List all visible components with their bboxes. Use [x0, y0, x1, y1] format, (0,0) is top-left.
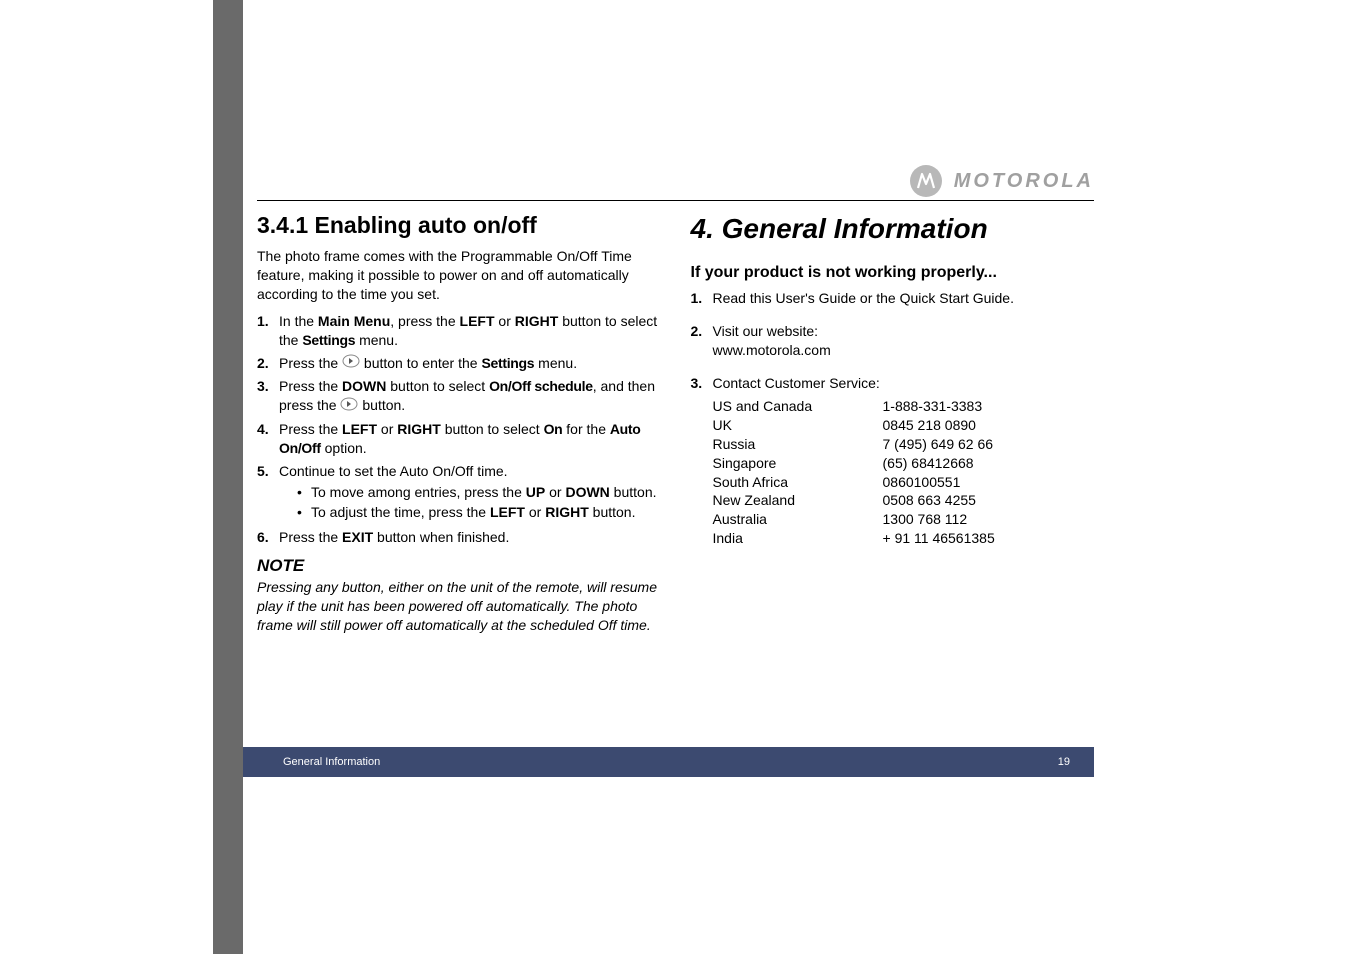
step-5: 5. Continue to set the Auto On/Off time.…	[257, 462, 661, 525]
note-body: Pressing any button, either on the unit …	[257, 578, 661, 635]
section-heading: 3.4.1 Enabling auto on/off	[257, 210, 661, 241]
page-footer: General Information 19	[243, 747, 1094, 777]
left-column: 3.4.1 Enabling auto on/off The photo fra…	[257, 210, 661, 635]
sub-item: To move among entries, press the UP or D…	[297, 483, 661, 502]
contact-region: Singapore	[713, 454, 883, 473]
contact-region: India	[713, 529, 883, 548]
sub-item: To adjust the time, press the LEFT or RI…	[297, 503, 661, 522]
step-body: Contact Customer Service: US and Canada1…	[713, 374, 1095, 548]
troubleshoot-step-3: 3. Contact Customer Service: US and Cana…	[691, 374, 1095, 548]
step-body: In the Main Menu, press the LEFT or RIGH…	[279, 312, 661, 350]
play-ok-icon	[342, 354, 360, 373]
contact-number: 0508 663 4255	[883, 491, 976, 510]
step-4: 4. Press the LEFT or RIGHT button to sel…	[257, 420, 661, 458]
play-ok-icon	[340, 397, 358, 416]
header-divider	[257, 200, 1094, 201]
step-6: 6. Press the EXIT button when finished.	[257, 528, 661, 547]
contact-region: Australia	[713, 510, 883, 529]
contact-number: + 91 11 46561385	[883, 529, 995, 548]
step-1: 1. In the Main Menu, press the LEFT or R…	[257, 312, 661, 350]
sub-heading: If your product is not working properly.…	[691, 262, 1095, 284]
contact-row: New Zealand0508 663 4255	[713, 491, 1095, 510]
page: MOTOROLA 3.4.1 Enabling auto on/off The …	[0, 0, 1351, 954]
brand-header: MOTOROLA	[910, 165, 1094, 197]
step-3: 3. Press the DOWN button to select On/Of…	[257, 377, 661, 416]
contact-row: Russia7 (495) 649 62 66	[713, 435, 1095, 454]
contact-number: 7 (495) 649 62 66	[883, 435, 994, 454]
contact-region: US and Canada	[713, 397, 883, 416]
contact-region: Russia	[713, 435, 883, 454]
note-heading: NOTE	[257, 555, 661, 578]
chapter-heading: 4. General Information	[691, 210, 1095, 248]
sub-list: To move among entries, press the UP or D…	[279, 483, 661, 523]
step-body: Press the button to enter the Settings m…	[279, 354, 661, 374]
step-number: 3.	[691, 374, 713, 548]
steps-list: 1. In the Main Menu, press the LEFT or R…	[257, 312, 661, 547]
intro-paragraph: The photo frame comes with the Programma…	[257, 247, 661, 304]
contact-number: (65) 68412668	[883, 454, 974, 473]
website-link: www.motorola.com	[713, 342, 831, 358]
left-margin-bar	[213, 0, 243, 954]
contact-row: South Africa0860100551	[713, 473, 1095, 492]
troubleshoot-step-1: 1. Read this User's Guide or the Quick S…	[691, 289, 1095, 308]
step-number: 5.	[257, 462, 279, 525]
step-number: 1.	[691, 289, 713, 308]
contact-row: US and Canada1-888-331-3383	[713, 397, 1095, 416]
step-number: 4.	[257, 420, 279, 458]
step-body: Continue to set the Auto On/Off time. To…	[279, 462, 661, 525]
footer-section: General Information	[283, 756, 380, 768]
logo-svg	[915, 170, 937, 192]
contact-table: US and Canada1-888-331-3383UK0845 218 08…	[713, 397, 1095, 548]
troubleshoot-list-2: 2. Visit our website: www.motorola.com	[691, 322, 1095, 360]
contact-row: Australia1300 768 112	[713, 510, 1095, 529]
step-number: 2.	[691, 322, 713, 360]
troubleshoot-step-2: 2. Visit our website: www.motorola.com	[691, 322, 1095, 360]
troubleshoot-list-3: 3. Contact Customer Service: US and Cana…	[691, 374, 1095, 548]
contact-number: 0860100551	[883, 473, 961, 492]
contact-number: 1300 768 112	[883, 510, 968, 529]
step-number: 1.	[257, 312, 279, 350]
step-number: 3.	[257, 377, 279, 416]
footer-page-number: 19	[1058, 756, 1070, 768]
right-column: 4. General Information If your product i…	[691, 210, 1095, 635]
motorola-logo-icon	[910, 165, 942, 197]
step-body: Press the EXIT button when finished.	[279, 528, 661, 547]
brand-text: MOTOROLA	[954, 170, 1094, 193]
contact-row: Singapore(65) 68412668	[713, 454, 1095, 473]
contact-number: 0845 218 0890	[883, 416, 976, 435]
contact-row: UK0845 218 0890	[713, 416, 1095, 435]
step-number: 6.	[257, 528, 279, 547]
contact-row: India+ 91 11 46561385	[713, 529, 1095, 548]
step-body: Press the LEFT or RIGHT button to select…	[279, 420, 661, 458]
step-body: Read this User's Guide or the Quick Star…	[713, 289, 1095, 308]
contact-region: UK	[713, 416, 883, 435]
contact-number: 1-888-331-3383	[883, 397, 983, 416]
contact-region: South Africa	[713, 473, 883, 492]
step-body: Press the DOWN button to select On/Off s…	[279, 377, 661, 416]
troubleshoot-list: 1. Read this User's Guide or the Quick S…	[691, 289, 1095, 308]
contact-region: New Zealand	[713, 491, 883, 510]
content-area: 3.4.1 Enabling auto on/off The photo fra…	[257, 210, 1094, 635]
step-body: Visit our website: www.motorola.com	[713, 322, 1095, 360]
step-2: 2. Press the button to enter the Setting…	[257, 354, 661, 374]
step-number: 2.	[257, 354, 279, 374]
